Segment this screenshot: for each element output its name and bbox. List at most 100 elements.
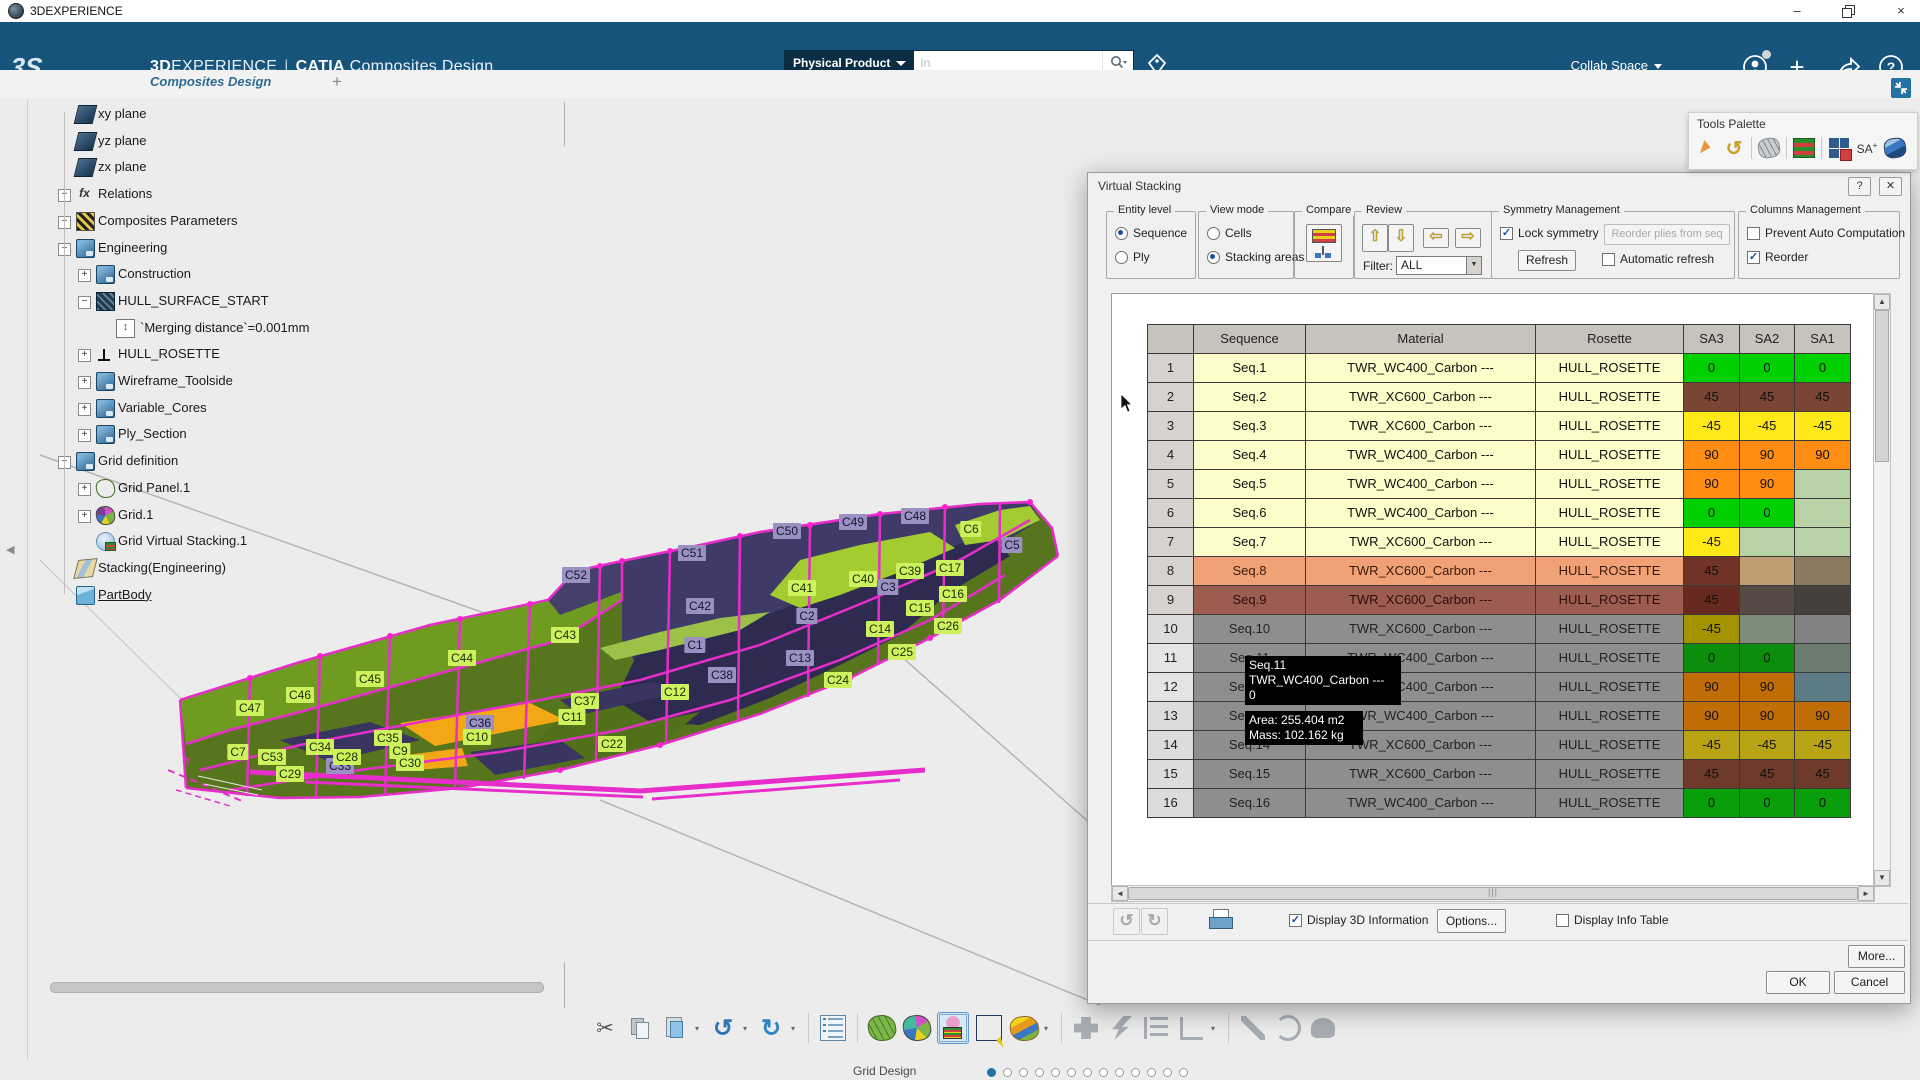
restore-button[interactable]: [1836, 2, 1862, 20]
cell-label-c17[interactable]: C17: [935, 560, 965, 576]
workbench-dot-4[interactable]: [1035, 1068, 1044, 1077]
radio-cells[interactable]: Cells: [1207, 226, 1252, 240]
tree-item-zx-plane[interactable]: zx plane: [0, 156, 440, 180]
review-down-button[interactable]: ⇩: [1388, 224, 1414, 252]
row-cell[interactable]: TWR_WC400_Carbon ---: [1306, 470, 1536, 499]
row-cell[interactable]: TWR_XC600_Carbon ---: [1306, 528, 1536, 557]
row-number[interactable]: 8: [1148, 557, 1194, 586]
sa-cell[interactable]: 45: [1795, 760, 1851, 789]
row-number[interactable]: 2: [1148, 383, 1194, 412]
structure-icon[interactable]: [1141, 1013, 1171, 1043]
row-number[interactable]: 1: [1148, 354, 1194, 383]
row-cell[interactable]: HULL_ROSETTE: [1536, 615, 1684, 644]
stacking-table-icon[interactable]: [1793, 137, 1815, 159]
row-cell[interactable]: TWR_WC400_Carbon ---: [1306, 789, 1536, 818]
dialog-help-button[interactable]: ?: [1848, 177, 1871, 196]
tree-expander-icon[interactable]: +: [78, 349, 91, 363]
copy-icon[interactable]: [625, 1013, 655, 1043]
tree-item-grid-panel-1[interactable]: + Grid Panel.1: [0, 477, 440, 501]
sa-cell[interactable]: 0: [1684, 789, 1740, 818]
tree-item-grid-virtual-stacking-1[interactable]: Grid Virtual Stacking.1: [0, 530, 440, 554]
row-cell[interactable]: Seq.2: [1194, 383, 1306, 412]
dropdown-caret-icon[interactable]: ▾: [1211, 1024, 1219, 1033]
tree-item-construction[interactable]: + Construction: [0, 263, 440, 287]
review-up-button[interactable]: ⇧: [1362, 224, 1388, 252]
radio-ply[interactable]: Ply: [1115, 250, 1150, 264]
tree-item-grid-definition[interactable]: −Grid definition: [0, 450, 440, 474]
update-icon[interactable]: ↻: [756, 1013, 786, 1043]
undo-icon[interactable]: ↺: [708, 1013, 738, 1043]
sequence-row-9[interactable]: 9 Seq.9 TWR_XC600_Carbon --- HULL_ROSETTE 45: [1148, 586, 1851, 615]
sa-cell[interactable]: 0: [1684, 499, 1740, 528]
refresh-button[interactable]: Refresh: [1518, 250, 1576, 271]
cell-label-c16[interactable]: C16: [938, 586, 968, 602]
cell-label-c30[interactable]: C30: [395, 755, 425, 771]
tree-item-yz-plane[interactable]: yz plane: [0, 130, 440, 154]
row-number[interactable]: 12: [1148, 673, 1194, 702]
sa-cell[interactable]: 90: [1684, 470, 1740, 499]
row-cell[interactable]: TWR_XC600_Carbon ---: [1306, 412, 1536, 441]
row-cell[interactable]: HULL_ROSETTE: [1536, 499, 1684, 528]
row-number[interactable]: 10: [1148, 615, 1194, 644]
sa-cell[interactable]: 90: [1795, 441, 1851, 470]
sa-cell[interactable]: 45: [1684, 760, 1740, 789]
cell-label-c3[interactable]: C3: [877, 579, 899, 595]
row-cell[interactable]: Seq.3: [1194, 412, 1306, 441]
sa-cell[interactable]: -45: [1684, 412, 1740, 441]
cell-label-c22[interactable]: C22: [597, 736, 627, 752]
workbench-dot-13[interactable]: [1179, 1068, 1188, 1077]
workbench-dot-8[interactable]: [1099, 1068, 1108, 1077]
dialog-close-icon[interactable]: ✕: [1879, 177, 1902, 196]
grid-multi-panel-icon[interactable]: [901, 1013, 933, 1043]
radio-sequence[interactable]: Sequence: [1115, 226, 1187, 240]
cell-label-c12[interactable]: C12: [660, 684, 690, 700]
row-cell[interactable]: TWR_XC600_Carbon ---: [1306, 586, 1536, 615]
sa-cell[interactable]: [1740, 615, 1795, 644]
sa-cell[interactable]: 45: [1684, 586, 1740, 615]
dropdown-caret-icon[interactable]: ▾: [1044, 1024, 1052, 1033]
wand-icon[interactable]: [1238, 1013, 1268, 1043]
cell-label-c49[interactable]: C49: [838, 514, 868, 530]
scroll-thumb[interactable]: |||: [1128, 887, 1858, 900]
sa-cell[interactable]: [1740, 528, 1795, 557]
row-number[interactable]: 9: [1148, 586, 1194, 615]
sequence-row-2[interactable]: 2 Seq.2 TWR_XC600_Carbon --- HULL_ROSETTE 45…: [1148, 383, 1851, 412]
workbench-dot-7[interactable]: [1083, 1068, 1092, 1077]
tree-expander-icon[interactable]: +: [78, 482, 91, 496]
redo-icon[interactable]: ↻: [1141, 908, 1168, 935]
row-cell[interactable]: TWR_WC400_Carbon ---: [1306, 354, 1536, 383]
cell-label-c11[interactable]: C11: [558, 709, 586, 725]
tree-item-partbody[interactable]: PartBody: [0, 584, 440, 608]
cell-label-c34[interactable]: C34: [305, 739, 335, 755]
row-cell[interactable]: TWR_XC600_Carbon ---: [1306, 760, 1536, 789]
data-transfer-icon[interactable]: [1106, 1013, 1136, 1043]
tree-expander-icon[interactable]: −: [78, 295, 91, 309]
cell-label-c26[interactable]: C26: [933, 618, 963, 634]
shell-icon[interactable]: [1308, 1013, 1338, 1043]
review-next-button[interactable]: ⇨: [1455, 228, 1481, 248]
reorder-checkbox[interactable]: Reorder: [1747, 250, 1808, 264]
row-cell[interactable]: HULL_ROSETTE: [1536, 702, 1684, 731]
cell-label-c50[interactable]: C50: [772, 523, 802, 539]
row-number[interactable]: 5: [1148, 470, 1194, 499]
cell-label-c28[interactable]: C28: [332, 749, 362, 765]
manufacturing-icon[interactable]: [1071, 1013, 1101, 1043]
row-number[interactable]: 7: [1148, 528, 1194, 557]
sa-cell[interactable]: [1795, 615, 1851, 644]
sa-cell[interactable]: -45: [1684, 615, 1740, 644]
cell-label-c37[interactable]: C37: [570, 693, 600, 709]
row-cell[interactable]: Seq.15: [1194, 760, 1306, 789]
sa-cell[interactable]: 0: [1795, 354, 1851, 383]
tree-item-relations[interactable]: +Relations: [0, 183, 440, 207]
table-vertical-scrollbar[interactable]: ▲ ▼: [1873, 293, 1891, 887]
sa-cell[interactable]: 90: [1684, 702, 1740, 731]
sa-cell[interactable]: [1795, 644, 1851, 673]
cell-label-c2[interactable]: C2: [796, 608, 818, 624]
cell-label-c48[interactable]: C48: [900, 508, 930, 524]
prevent-auto-computation-checkbox[interactable]: Prevent Auto Computation: [1747, 226, 1905, 240]
cell-label-c15[interactable]: C15: [905, 600, 935, 616]
row-cell[interactable]: HULL_ROSETTE: [1536, 644, 1684, 673]
row-cell[interactable]: HULL_ROSETTE: [1536, 586, 1684, 615]
row-cell[interactable]: Seq.8: [1194, 557, 1306, 586]
options-button[interactable]: Options...: [1437, 909, 1506, 933]
